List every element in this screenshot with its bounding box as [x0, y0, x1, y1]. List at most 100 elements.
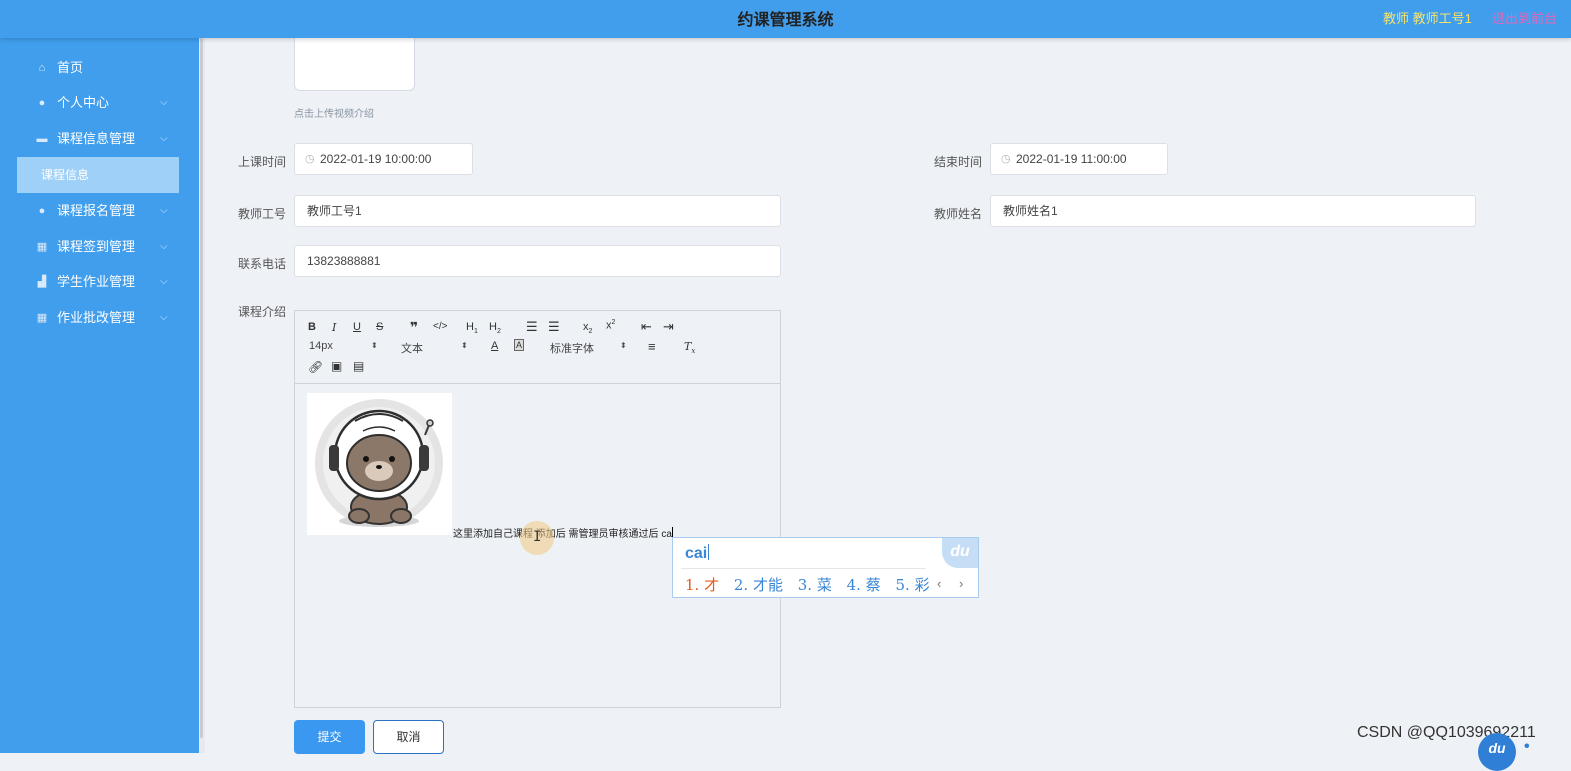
- logout-link[interactable]: 退出到前台: [1492, 8, 1557, 27]
- chevron-down-icon: ⌵: [160, 241, 168, 252]
- upload-hint: 点击上传视频介绍: [294, 109, 374, 120]
- chevron-down-icon: ⌵: [160, 205, 168, 216]
- home-icon: ⌂: [38, 62, 46, 74]
- image-icon[interactable]: ▣: [331, 359, 342, 373]
- ime-caret: [708, 544, 710, 560]
- sidebar-item-profile[interactable]: ● 个人中心 ⌵: [0, 86, 199, 120]
- link-icon[interactable]: 🔗︎: [308, 360, 323, 374]
- paragraph-select[interactable]: 文本 ⬍: [401, 340, 471, 356]
- editor-toolbar: B I U S ❞ </> H1 H2 ☰ ☰ x2 x2 ⇤ ⇥ 14px ⬍ …: [295, 311, 780, 384]
- select-arrow-icon: ⬍: [461, 341, 468, 350]
- heading2-icon[interactable]: H2: [489, 321, 501, 335]
- font-size-select[interactable]: 14px ⬍: [309, 340, 379, 352]
- sidebar-item-course-info[interactable]: ▬ 课程信息管理 ⌵: [0, 122, 199, 156]
- clear-format-icon[interactable]: Tx: [684, 340, 695, 355]
- ime-status-icon: •: [1524, 738, 1530, 755]
- chevron-left-icon[interactable]: ‹: [937, 576, 941, 591]
- start-time-field[interactable]: ◷ 2022-01-19 10:00:00: [294, 143, 473, 175]
- clock-icon: ◷: [305, 153, 315, 165]
- bullet-list-icon[interactable]: ☰: [548, 319, 560, 335]
- ordered-list-icon[interactable]: ☰: [526, 319, 538, 335]
- sidebar-item-label: 课程报名管理: [57, 203, 136, 218]
- sidebar-item-label: 学生作业管理: [57, 274, 136, 289]
- heading1-icon[interactable]: H1: [466, 321, 478, 335]
- ime-candidate[interactable]: 3. 菜: [798, 576, 832, 594]
- end-time-value: 2022-01-19 11:00:00: [1016, 152, 1127, 166]
- intro-label: 课程介绍: [238, 305, 287, 319]
- app-title: 约课管理系统: [737, 12, 834, 29]
- background-color-icon[interactable]: A: [514, 339, 525, 351]
- sidebar-item-label: 作业批改管理: [57, 310, 136, 325]
- end-time-label: 结束时间: [934, 155, 983, 169]
- strikethrough-icon[interactable]: S: [376, 321, 383, 333]
- italic-icon[interactable]: I: [332, 321, 336, 334]
- code-block-icon[interactable]: </>: [433, 321, 447, 332]
- superscript-icon[interactable]: x2: [606, 319, 615, 332]
- sidebar-item-homework[interactable]: ▟ 学生作业管理 ⌵: [0, 265, 199, 299]
- start-time-label: 上课时间: [238, 155, 287, 169]
- location-icon: ●: [38, 205, 46, 217]
- current-user: 教师 教师工号1: [1383, 11, 1472, 26]
- end-time-field[interactable]: ◷ 2022-01-19 11:00:00: [990, 143, 1168, 175]
- chevron-down-icon: ⌵: [160, 312, 168, 323]
- astronaut-bear-image: [307, 393, 452, 535]
- sidebar-subitem-course-info[interactable]: 课程信息: [17, 157, 179, 193]
- teacher-id-value: 教师工号1: [307, 204, 362, 218]
- sidebar-item-enrollment[interactable]: ● 课程报名管理 ⌵: [0, 194, 199, 228]
- submit-button[interactable]: 提交: [294, 720, 365, 754]
- chat-icon: ▬: [36, 133, 48, 145]
- chevron-up-icon: ⌵: [160, 133, 168, 144]
- outdent-icon[interactable]: ⇤: [641, 319, 652, 335]
- sidebar-subitem-label: 课程信息: [41, 168, 90, 182]
- ime-candidate[interactable]: 5. 彩: [896, 576, 930, 594]
- menu-icon: ▦: [36, 312, 48, 324]
- ime-candidate[interactable]: 1. 才: [685, 576, 719, 594]
- sidebar-scrollbar[interactable]: [199, 38, 205, 753]
- ime-candidate[interactable]: 2. 才能: [734, 576, 783, 594]
- sidebar-item-home[interactable]: ⌂ 首页: [0, 51, 199, 85]
- phone-label: 联系电话: [238, 257, 287, 271]
- teacher-name-label: 教师姓名: [934, 207, 983, 221]
- font-family-select[interactable]: 标准字体 ⬍: [550, 340, 630, 356]
- teacher-id-label: 教师工号: [238, 207, 287, 221]
- grid-icon: ▦: [36, 241, 48, 253]
- ime-pinyin-text: cai: [685, 545, 708, 562]
- clock-icon: ◷: [1001, 153, 1011, 165]
- ime-pinyin-input: cai: [685, 544, 710, 563]
- subscript-icon[interactable]: x2: [583, 321, 592, 335]
- sidebar-item-label: 个人中心: [57, 95, 110, 110]
- select-arrow-icon: ⬍: [620, 341, 627, 350]
- top-header: 约课管理系统 教师 教师工号1 退出到前台: [0, 0, 1571, 38]
- sidebar: ⌂ 首页 ● 个人中心 ⌵ ▬ 课程信息管理 ⌵ ● 课程报名管理 ⌵ ▦ 课程…: [0, 38, 199, 753]
- align-icon[interactable]: ≡: [648, 339, 656, 354]
- ime-candidates: 1. 才 2. 才能 3. 菜 4. 蔡 5. 彩: [685, 574, 940, 595]
- sidebar-item-label: 课程签到管理: [57, 239, 136, 254]
- phone-field[interactable]: 13823888881: [294, 245, 781, 277]
- rich-text-editor[interactable]: B I U S ❞ </> H1 H2 ☰ ☰ x2 x2 ⇤ ⇥ 14px ⬍ …: [294, 310, 781, 708]
- thumbs-up-icon: ▟: [37, 276, 47, 288]
- video-upload-box[interactable]: [294, 30, 415, 91]
- chevron-down-icon: ⌵: [160, 97, 168, 108]
- sidebar-item-grading[interactable]: ▦ 作业批改管理 ⌵: [0, 301, 199, 335]
- scrollbar-thumb[interactable]: [200, 38, 203, 738]
- ime-candidate[interactable]: 4. 蔡: [847, 576, 881, 594]
- ime-divider: [681, 568, 926, 569]
- teacher-id-field[interactable]: 教师工号1: [294, 195, 781, 227]
- teacher-name-field[interactable]: 教师姓名1: [990, 195, 1476, 227]
- indent-icon[interactable]: ⇥: [663, 319, 674, 335]
- ime-candidate-window[interactable]: cai du 1. 才 2. 才能 3. 菜 4. 蔡 5. 彩 ‹ ›: [672, 537, 979, 598]
- baidu-ime-logo: du: [942, 538, 978, 568]
- sidebar-item-checkin[interactable]: ▦ 课程签到管理 ⌵: [0, 230, 199, 264]
- editor-content[interactable]: 这里添加自己课程 添加后 需管理员审核通过后 ca: [453, 525, 673, 540]
- chevron-right-icon[interactable]: ›: [959, 576, 963, 591]
- blockquote-icon[interactable]: ❞: [410, 319, 418, 336]
- teacher-name-value: 教师姓名1: [1003, 204, 1058, 218]
- baidu-ime-floating-icon[interactable]: du: [1478, 733, 1516, 771]
- sidebar-item-label: 课程信息管理: [57, 131, 136, 146]
- cancel-button[interactable]: 取消: [373, 720, 444, 754]
- font-family-value: 标准字体: [550, 343, 594, 355]
- bold-icon[interactable]: B: [308, 321, 316, 333]
- video-icon[interactable]: ▤: [353, 359, 364, 373]
- underline-icon[interactable]: U: [353, 321, 361, 333]
- font-color-icon[interactable]: A: [491, 340, 498, 352]
